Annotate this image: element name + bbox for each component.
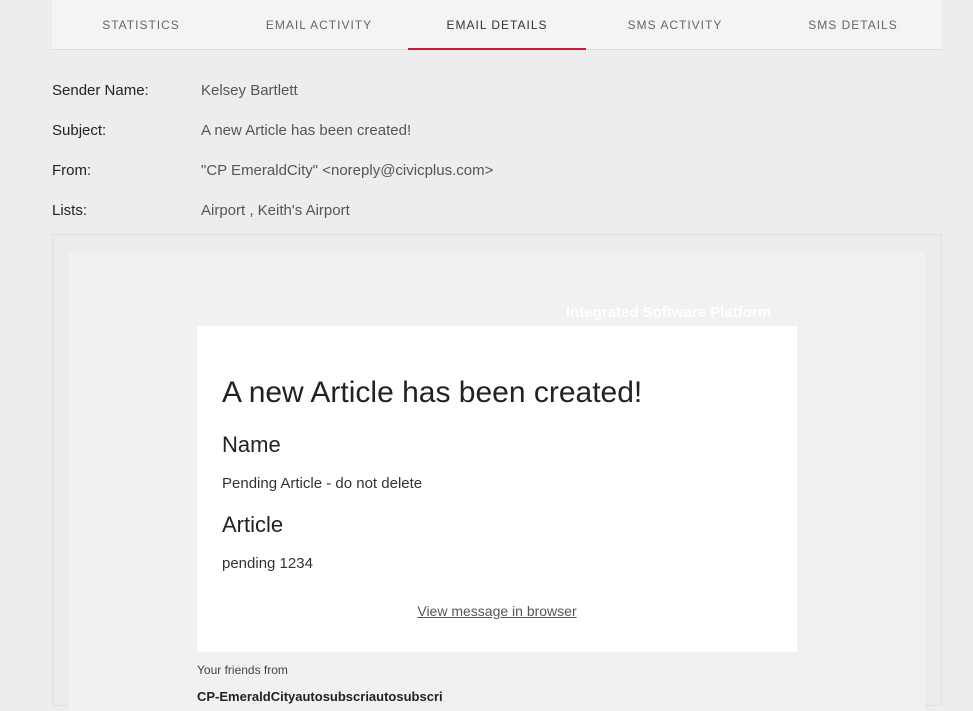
platform-watermark: Integrated Software Platform — [566, 304, 772, 321]
lists-row: Lists: Airport , Keith's Airport — [52, 190, 493, 230]
lists-value: Airport , Keith's Airport — [201, 201, 350, 219]
footer-sender-name: CP-EmeraldCityautosubscriautosubscri — [197, 689, 443, 704]
email-heading: A new Article has been created! — [222, 376, 643, 409]
email-preview-body: Integrated Software Platform A new Artic… — [69, 251, 925, 711]
from-label: From: — [52, 161, 92, 179]
tab-statistics[interactable]: STATISTICS — [52, 0, 230, 49]
subject-label: Subject: — [52, 121, 107, 139]
subject-row: Subject: A new Article has been created! — [52, 110, 493, 150]
article-heading: Article — [222, 512, 284, 537]
subject-value: A new Article has been created! — [201, 121, 412, 139]
from-row: From: "CP EmeraldCity" <noreply@civicplu… — [52, 150, 493, 190]
sender-row: Sender Name: Kelsey Bartlett — [52, 70, 493, 110]
lists-label: Lists: — [52, 201, 88, 219]
view-in-browser-link[interactable]: View message in browser — [197, 603, 797, 619]
sender-label: Sender Name: — [52, 81, 149, 99]
tab-sms-details[interactable]: SMS DETAILS — [764, 0, 942, 49]
name-value: Pending Article - do not delete — [222, 475, 423, 492]
tab-email-details[interactable]: EMAIL DETAILS — [408, 0, 586, 50]
from-value: "CP EmeraldCity" <noreply@civicplus.com> — [201, 161, 494, 179]
footer-friends-text: Your friends from — [197, 663, 288, 677]
tab-email-activity[interactable]: EMAIL ACTIVITY — [230, 0, 408, 49]
sender-value: Kelsey Bartlett — [201, 81, 298, 99]
name-heading: Name — [222, 432, 281, 457]
email-content-card: A new Article has been created! Name Pen… — [197, 326, 797, 652]
article-value: pending 1234 — [222, 555, 313, 572]
tab-sms-activity[interactable]: SMS ACTIVITY — [586, 0, 764, 49]
email-details-panel: Sender Name: Kelsey Bartlett Subject: A … — [52, 70, 493, 230]
tab-bar: STATISTICS EMAIL ACTIVITY EMAIL DETAILS … — [52, 0, 942, 50]
email-preview-frame[interactable]: Integrated Software Platform A new Artic… — [52, 234, 942, 711]
